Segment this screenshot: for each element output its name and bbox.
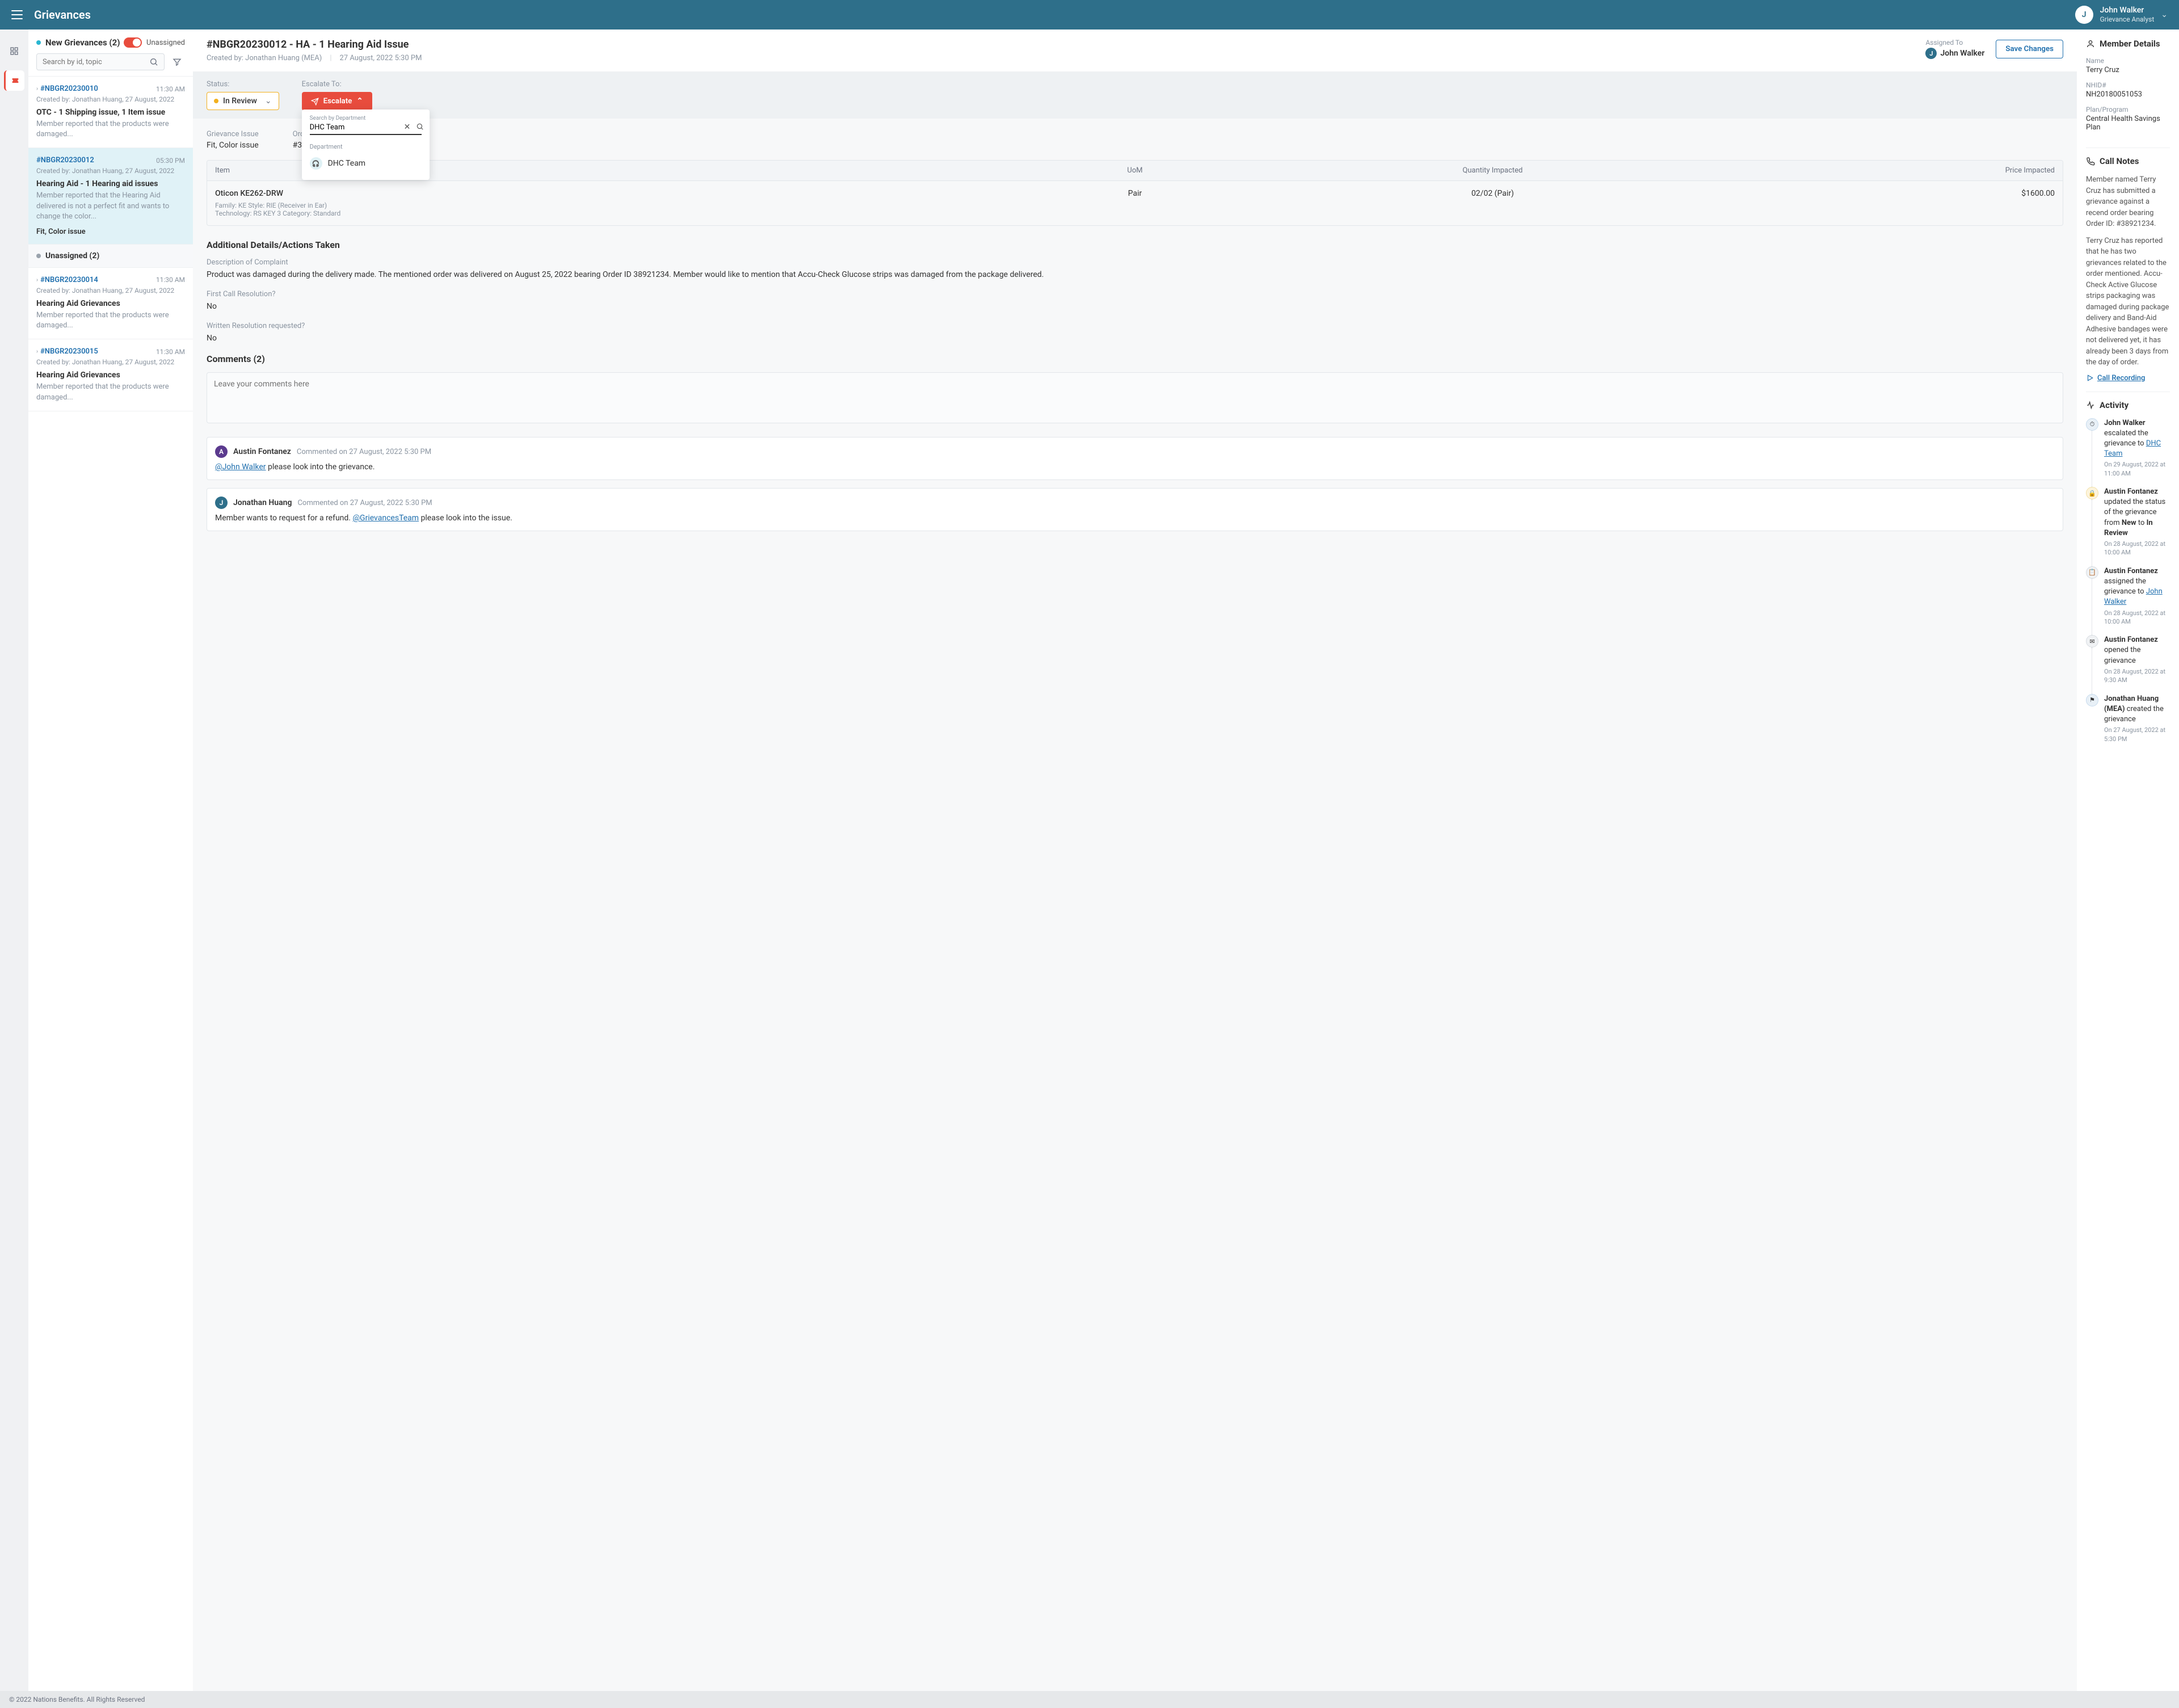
topbar: Grievances J John Walker Grievance Analy…: [0, 0, 2179, 30]
call-notes-heading: Call Notes: [2086, 156, 2170, 166]
assigned-to: J John Walker: [1925, 48, 1984, 59]
mention-link[interactable]: @GrievancesTeam: [352, 514, 419, 523]
activity-item: ⚑ Jonathan Huang (MEA) created the griev…: [2086, 694, 2170, 743]
section-header-unassigned: Unassigned (2): [28, 245, 193, 268]
activity-heading: Activity: [2086, 400, 2170, 410]
user-name: John Walker: [2100, 6, 2155, 15]
send-icon: [311, 98, 319, 106]
caret-icon: ›: [36, 86, 38, 92]
avatar: J: [215, 497, 228, 509]
close-icon[interactable]: ✕: [404, 123, 411, 132]
play-icon: [2086, 374, 2094, 382]
toggle-label: Unassigned: [146, 39, 185, 47]
right-panel: Member Details NameTerry Cruz NHID#NH201…: [2077, 30, 2179, 1691]
list-item[interactable]: #NBGR20230012 05:30 PM Created by: Jonat…: [28, 148, 193, 245]
activity-item: ⏱ John Walker escalated the grievance to…: [2086, 418, 2170, 478]
created-at: 27 August, 2022 5:30 PM: [340, 54, 422, 62]
filter-icon: [173, 57, 182, 66]
chevron-up-icon: ⌃: [356, 97, 363, 106]
items-table: Item UoM Quantity Impacted Price Impacte…: [207, 160, 2063, 226]
user-role: Grievance Analyst: [2100, 15, 2155, 23]
avatar: J: [1925, 48, 1937, 59]
escalate-button[interactable]: Escalate ⌃: [302, 92, 372, 111]
comment: A Austin Fontanez Commented on 27 August…: [207, 437, 2063, 480]
status-dot-icon: [36, 254, 41, 258]
escalate-dropdown: Search by Department ✕ Department 🎧 DHC: [302, 110, 430, 180]
activity-item: 📋 Austin Fontanez assigned the grievance…: [2086, 566, 2170, 626]
lock-icon: 🔒: [2086, 487, 2098, 499]
mention-link[interactable]: @John Walker: [215, 462, 266, 472]
status-dropdown[interactable]: In Review ⌄: [207, 92, 279, 110]
icon-sidebar: [0, 30, 28, 1691]
search-icon[interactable]: [416, 123, 424, 131]
department-search-input[interactable]: [310, 123, 404, 132]
grievance-list-pane: New Grievances (2) Unassigned: [28, 30, 193, 1691]
chevron-down-icon: ⌄: [2161, 10, 2168, 19]
nav-ticket-icon[interactable]: [4, 70, 24, 91]
search-icon: [149, 57, 158, 66]
phone-icon: [2086, 157, 2095, 166]
unassigned-toggle[interactable]: [124, 37, 142, 48]
nav-dashboard-icon[interactable]: [4, 41, 24, 61]
escalate-label: Escalate To:: [302, 80, 372, 89]
mail-icon: ✉: [2086, 635, 2098, 647]
list-item[interactable]: ›#NBGR20230015 11:30 AM Created by: Jona…: [28, 339, 193, 411]
status-dot-icon: [214, 99, 218, 103]
clock-icon: ⏱: [2086, 418, 2098, 431]
search-input[interactable]: [43, 58, 149, 66]
grievance-title: #NBGR20230012 - HA - 1 Hearing Aid Issue: [207, 39, 422, 51]
call-recording-link[interactable]: Call Recording: [2086, 374, 2170, 382]
activity-icon: [2086, 401, 2095, 410]
assign-icon: 📋: [2086, 566, 2098, 579]
list-item[interactable]: ›#NBGR20230010 11:30 AM Created by: Jona…: [28, 77, 193, 148]
chevron-down-icon: ⌄: [265, 96, 272, 106]
comment: J Jonathan Huang Commented on 27 August,…: [207, 488, 2063, 531]
assigned-label: Assigned To: [1925, 39, 1984, 47]
user-avatar: J: [2075, 6, 2093, 24]
table-row: Oticon KE262-DRW Family: KE Style: RIE (…: [207, 180, 2063, 225]
list-section-title: New Grievances (2): [36, 37, 120, 48]
user-icon: [2086, 39, 2095, 48]
status-dot-icon: [36, 40, 41, 45]
save-button[interactable]: Save Changes: [1996, 40, 2063, 58]
list-item[interactable]: ›#NBGR20230014 11:30 AM Created by: Jona…: [28, 268, 193, 339]
user-menu[interactable]: J John Walker Grievance Analyst ⌄: [2075, 6, 2168, 24]
main-content: #NBGR20230012 - HA - 1 Hearing Aid Issue…: [193, 30, 2077, 1691]
footer: © 2022 Nations Benefits. All Rights Rese…: [0, 1691, 2179, 1708]
caret-icon: ›: [36, 348, 38, 355]
search-input-wrapper[interactable]: [36, 53, 165, 70]
dropdown-option[interactable]: 🎧 DHC Team: [302, 153, 430, 174]
flag-icon: ⚑: [2086, 694, 2098, 706]
menu-icon[interactable]: [11, 10, 23, 19]
comment-input[interactable]: [207, 372, 2063, 423]
filter-button[interactable]: [169, 54, 185, 70]
headset-icon: 🎧: [310, 157, 322, 170]
avatar: A: [215, 445, 228, 458]
details-heading: Additional Details/Actions Taken: [207, 239, 2063, 250]
activity-item: ✉ Austin Fontanez opened the grievanceOn…: [2086, 635, 2170, 684]
activity-item: 🔒 Austin Fontanez updated the status of …: [2086, 487, 2170, 557]
app-title: Grievances: [34, 8, 91, 22]
status-label: Status:: [207, 80, 279, 89]
member-details-heading: Member Details: [2086, 39, 2170, 49]
created-by: Created by: Jonathan Huang (MEA): [207, 54, 322, 62]
caret-icon: ›: [36, 277, 38, 283]
comments-heading: Comments (2): [207, 354, 2063, 364]
